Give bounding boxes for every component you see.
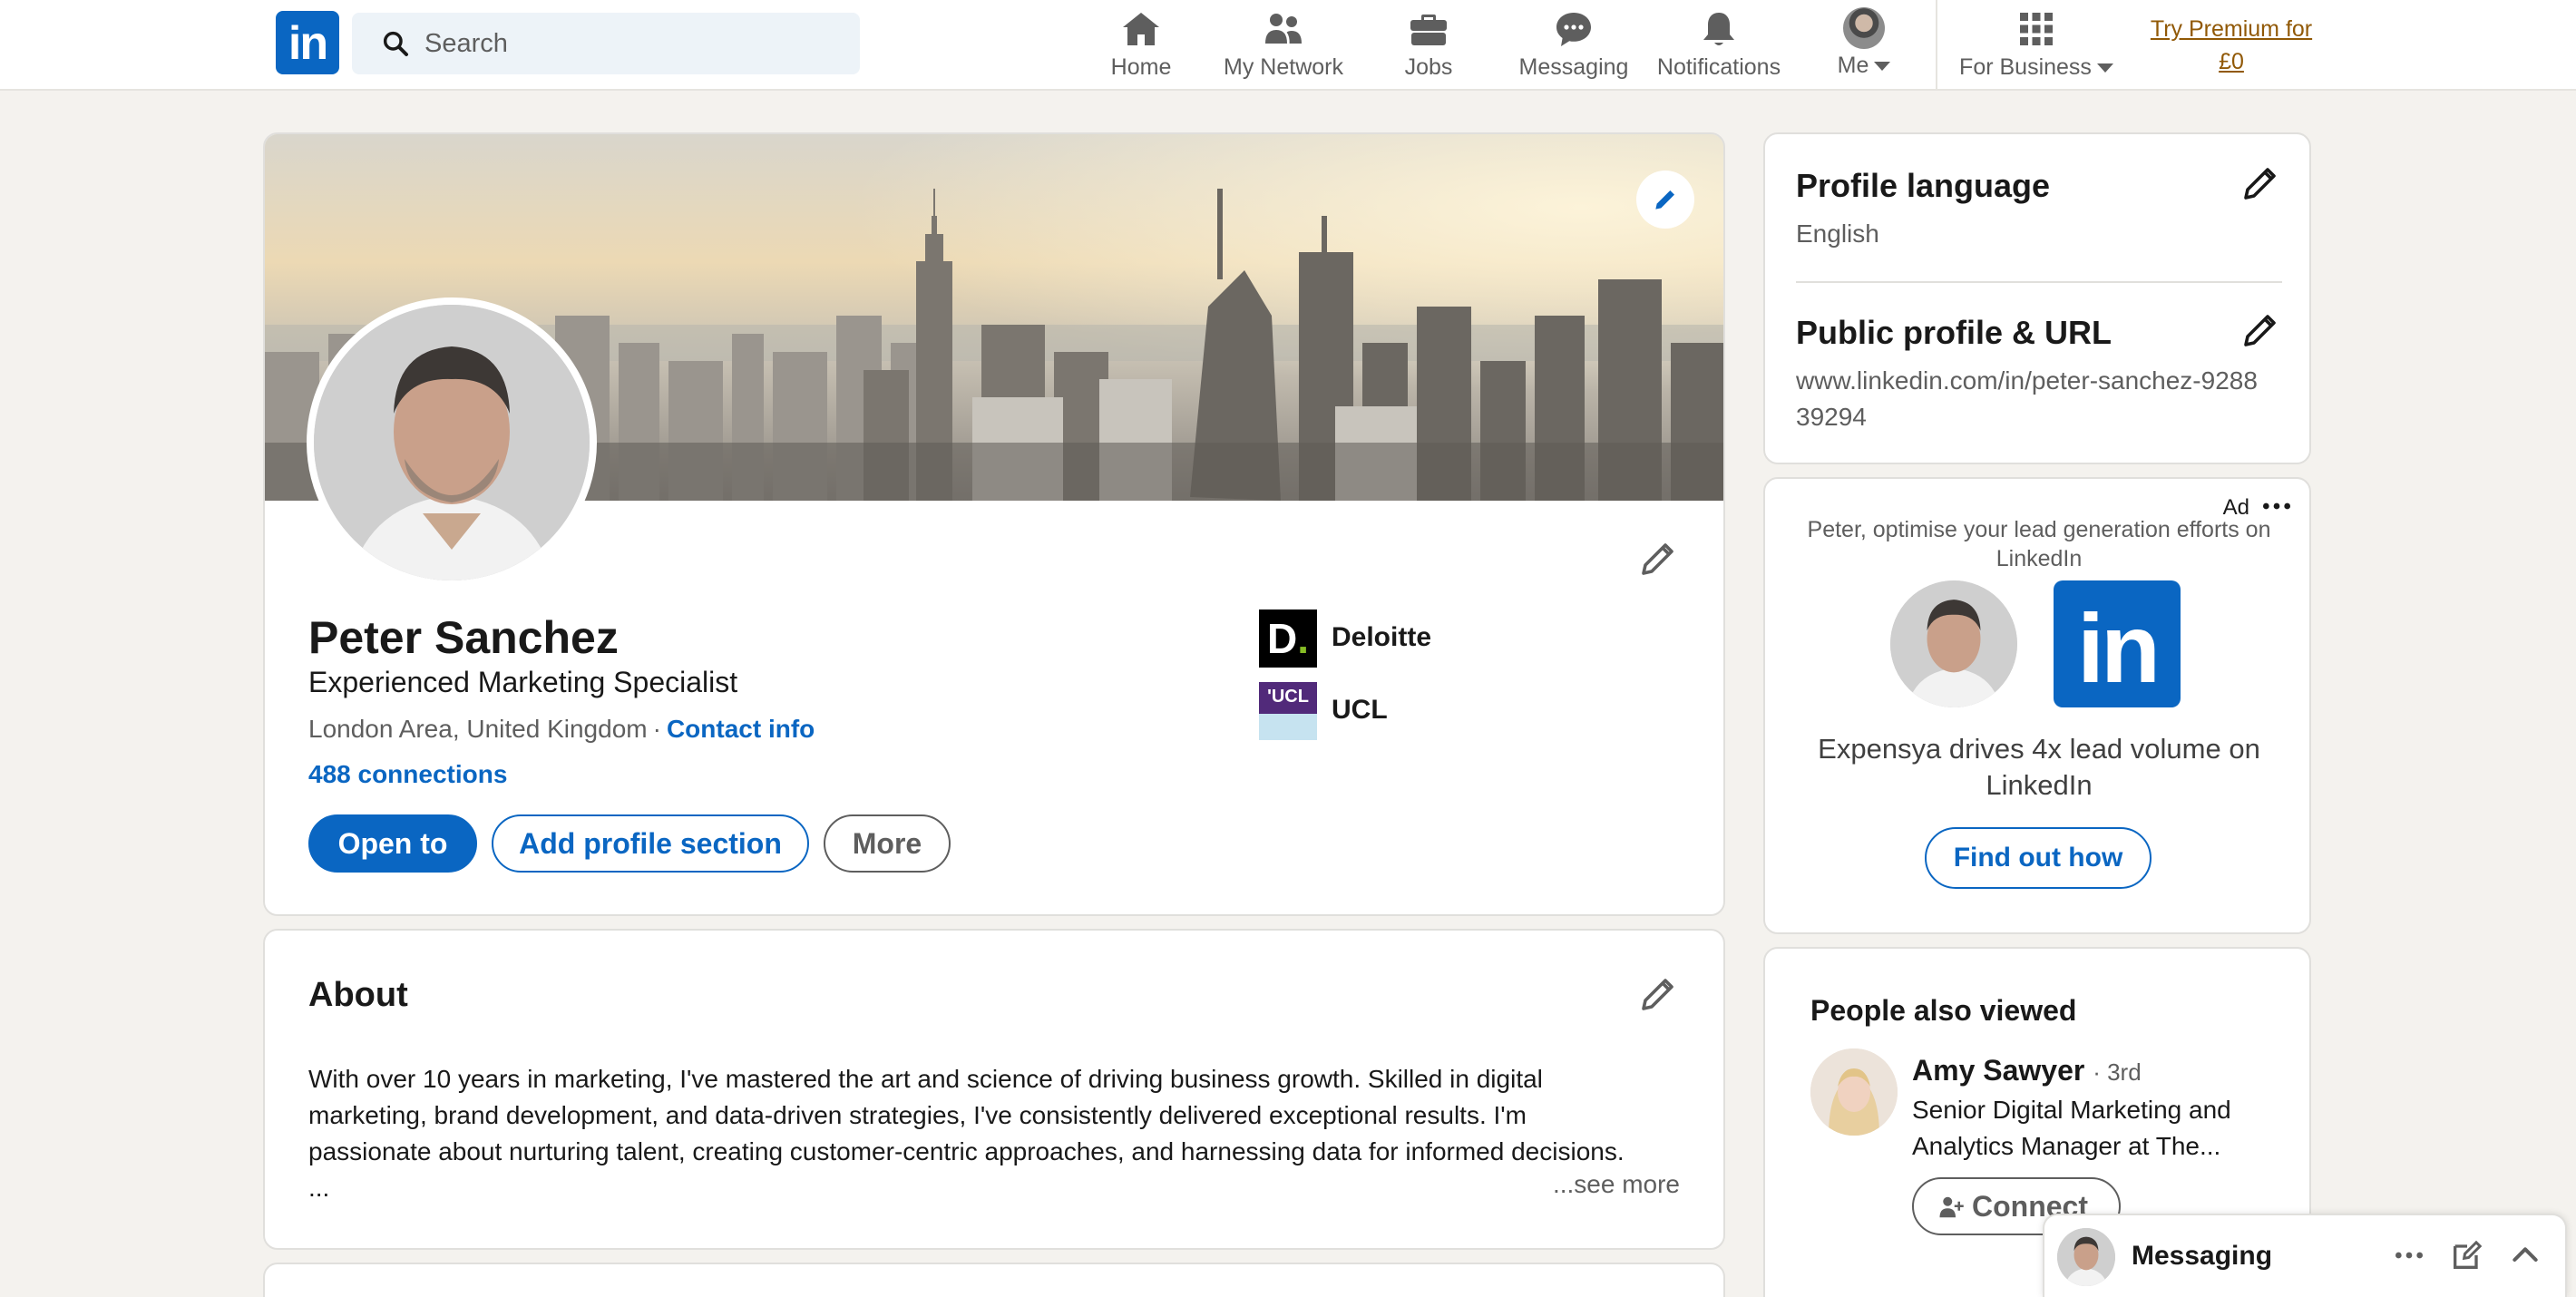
person-description: Senior Digital Marketing and Analytics M… (1912, 1096, 2231, 1160)
see-more-link[interactable]: ...see more (1553, 1170, 1680, 1199)
nav-for-business-label: For Business (1950, 54, 2122, 81)
nav-for-business[interactable]: For Business (1950, 7, 2122, 83)
find-out-how-button[interactable]: Find out how (1925, 827, 2152, 889)
ad-card: Ad Peter, optimise your lead generation … (1763, 477, 2311, 934)
divider (1796, 281, 2282, 283)
nav-notifications[interactable]: Notifications (1646, 7, 1791, 83)
bell-icon (1703, 13, 1734, 45)
contact-info-link[interactable]: Contact info (667, 715, 815, 743)
home-icon (1123, 13, 1159, 45)
edit-url-pencil-icon[interactable] (2239, 308, 2282, 352)
person-avatar[interactable] (1810, 1048, 1898, 1136)
nav-home-label: Home (1110, 54, 1172, 80)
nav-me-label: Me (1810, 53, 1918, 79)
profile-language-value: English (1796, 219, 1879, 248)
ad-copy-text: Expensya drives 4x lead volume on Linked… (1818, 733, 2260, 801)
nav-jobs[interactable]: Jobs (1379, 7, 1478, 83)
nav-jobs-label: Jobs (1404, 54, 1453, 80)
edit-banner-button[interactable] (1636, 171, 1694, 229)
caret-down-icon (1874, 62, 1891, 72)
search-icon (383, 31, 408, 56)
public-profile-url: www.linkedin.com/in/peter-sanchez-928839… (1796, 366, 2258, 431)
people-also-viewed-title: People also viewed (1810, 994, 2077, 1027)
profile-location: London Area, United Kingdom · Contact info (308, 715, 815, 743)
briefcase-icon (1410, 15, 1447, 45)
profile-language-title: Profile language (1796, 167, 2051, 204)
about-card: About With over 10 years in marketing, I… (263, 929, 1725, 1250)
more-button[interactable]: More (824, 814, 951, 873)
public-profile-title: Public profile & URL (1796, 314, 2113, 351)
compose-icon[interactable] (2449, 1237, 2485, 1273)
pencil-icon (1655, 190, 1674, 210)
next-section-card (263, 1263, 1725, 1297)
edit-about-pencil-icon[interactable] (1636, 972, 1680, 1016)
linkedin-logo[interactable]: in (276, 11, 339, 74)
connections-link[interactable]: 488 connections (308, 760, 507, 789)
add-profile-section-button[interactable]: Add profile section (492, 814, 809, 873)
avatar-image (2057, 1228, 2115, 1286)
more-options-icon[interactable] (2391, 1237, 2427, 1273)
person-name[interactable]: Amy Sawyer · 3rd (1912, 1054, 2142, 1087)
chat-icon (1556, 13, 1591, 46)
nav-my-network-label: My Network (1224, 54, 1343, 80)
deloitte-logo: D. (1259, 609, 1317, 668)
ad-user-avatar (1890, 580, 2017, 707)
nav-me[interactable]: Me (1810, 7, 1918, 83)
nav-notifications-label: Notifications (1656, 54, 1781, 80)
about-title: About (308, 976, 408, 1014)
linkedin-ad-logo: in (2054, 580, 2181, 707)
try-premium-link[interactable]: Try Premium for £0 (2141, 13, 2322, 78)
top-navigation: in Home My Network Jobs (0, 0, 2576, 91)
messaging-label: Messaging (2132, 1241, 2273, 1271)
search-input[interactable] (424, 13, 842, 74)
edit-profile-pencil-icon[interactable] (1636, 537, 1680, 580)
profile-name: Peter Sanchez (308, 612, 619, 663)
search-bar[interactable] (352, 13, 860, 74)
profile-photo-image (314, 305, 590, 580)
grid-icon (2020, 13, 2053, 45)
profile-headline: Experienced Marketing Specialist (308, 666, 738, 698)
messaging-bar[interactable]: Messaging (2043, 1214, 2567, 1297)
profile-settings-card: Profile language English Public profile … (1763, 132, 2311, 464)
chevron-up-icon[interactable] (2507, 1237, 2543, 1273)
nav-messaging-label: Messaging (1518, 54, 1629, 80)
network-icon (1265, 14, 1302, 44)
ucl-logo: 'UCL (1259, 682, 1317, 740)
about-text: With over 10 years in marketing, I've ma… (308, 1065, 1625, 1202)
open-to-button[interactable]: Open to (308, 814, 477, 873)
profile-card: Peter Sanchez Experienced Marketing Spec… (263, 132, 1725, 916)
profile-photo[interactable] (307, 297, 597, 588)
connection-degree: · 3rd (2093, 1058, 2142, 1086)
edit-language-pencil-icon[interactable] (2239, 161, 2282, 205)
nav-home[interactable]: Home (1096, 7, 1186, 83)
experience-name: Deloitte (1332, 622, 1432, 652)
nav-divider (1936, 0, 1937, 91)
avatar-image (1890, 580, 2017, 707)
nav-messaging[interactable]: Messaging (1506, 7, 1642, 83)
add-person-icon (1939, 1196, 1964, 1218)
nav-my-network[interactable]: My Network (1206, 7, 1361, 83)
ad-pitch-text: Peter, optimise your lead generation eff… (1807, 517, 2271, 571)
education-name: UCL (1332, 695, 1388, 725)
person-avatar-image (1810, 1048, 1898, 1136)
messaging-avatar (2057, 1228, 2115, 1286)
caret-down-icon (2096, 63, 2113, 73)
avatar (1843, 7, 1885, 49)
